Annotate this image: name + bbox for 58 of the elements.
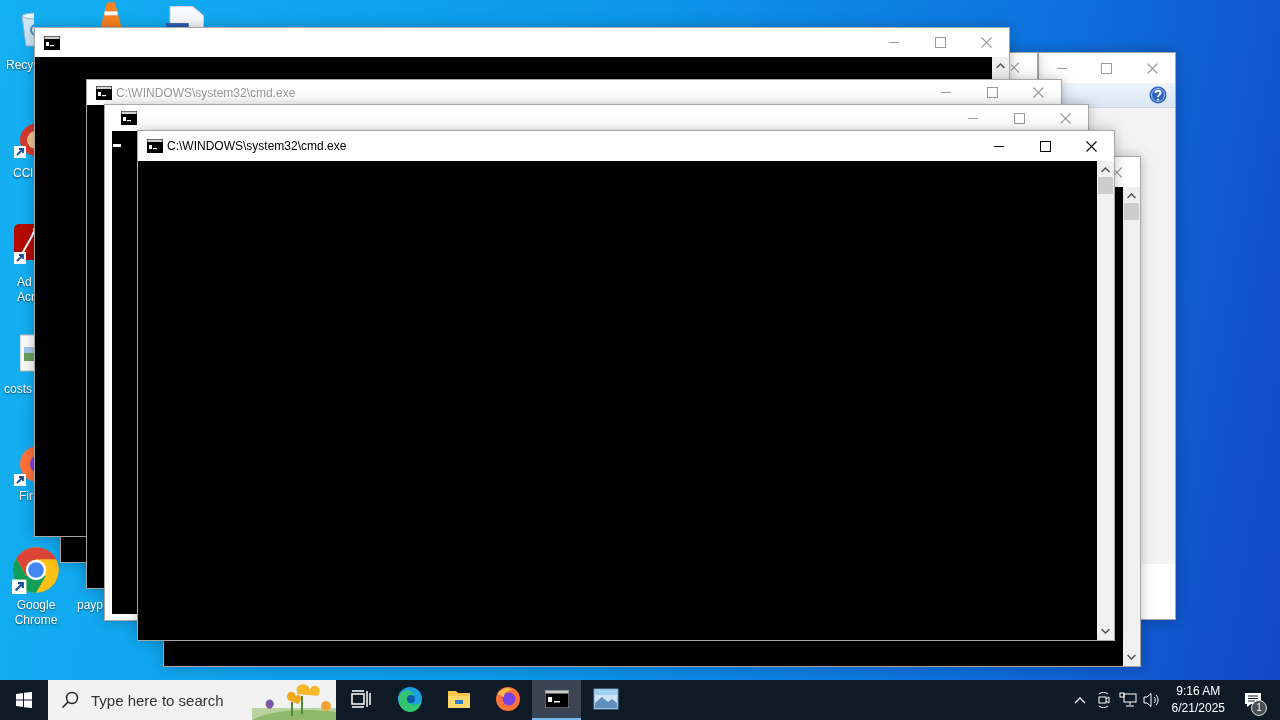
clock[interactable]: 9:16 AM 6/21/2025 bbox=[1163, 683, 1233, 717]
minimize-icon bbox=[968, 117, 978, 119]
scroll-up-icon bbox=[1127, 193, 1136, 199]
network-icon bbox=[1118, 692, 1137, 708]
desktop-icon-label[interactable]: Chrome bbox=[14, 613, 58, 628]
console-icon bbox=[44, 35, 60, 50]
maximize-icon bbox=[1101, 62, 1113, 74]
scrollbar[interactable] bbox=[1123, 187, 1140, 666]
desktop-icon-label[interactable]: payp bbox=[77, 598, 104, 613]
folder-icon bbox=[446, 688, 471, 710]
desktop-icon-label[interactable]: Acr bbox=[17, 290, 35, 305]
scroll-down-icon bbox=[1101, 628, 1110, 634]
maximize-icon bbox=[986, 87, 998, 98]
console-icon bbox=[96, 85, 112, 100]
console-icon bbox=[121, 111, 137, 125]
chrome-icon bbox=[12, 546, 60, 594]
scroll-up-icon bbox=[996, 63, 1005, 69]
minimize-icon bbox=[889, 42, 899, 43]
maximize-icon bbox=[934, 37, 946, 48]
notifications-button[interactable]: 1 bbox=[1233, 680, 1273, 720]
desktop-icon-label[interactable]: Ad bbox=[17, 275, 32, 290]
desktop-icon-label[interactable]: Fir bbox=[19, 489, 33, 504]
edge-icon bbox=[396, 686, 423, 712]
desktop-icon-label[interactable]: Recy bbox=[6, 58, 34, 73]
close-icon[interactable] bbox=[1114, 166, 1122, 178]
close-icon[interactable] bbox=[1011, 62, 1019, 73]
minimize-icon bbox=[941, 92, 951, 93]
scroll-up-icon bbox=[1101, 167, 1110, 173]
scrollbar[interactable] bbox=[1097, 161, 1114, 640]
maximize-icon bbox=[1039, 140, 1051, 152]
window-title: C:\WINDOWS\system32\cmd.exe bbox=[167, 139, 347, 153]
maximize-icon bbox=[1013, 112, 1025, 124]
clock-time: 9:16 AM bbox=[1176, 683, 1221, 700]
desktop-icon-label[interactable]: CCl bbox=[13, 166, 33, 181]
desktop-icon-label[interactable]: costs bbox=[4, 382, 32, 397]
scroll-down-icon bbox=[1127, 654, 1136, 660]
scrollbar[interactable] bbox=[992, 57, 1009, 79]
task-view-icon bbox=[350, 690, 371, 708]
search-icon bbox=[61, 691, 79, 709]
clock-date: 6/21/2025 bbox=[1171, 700, 1225, 717]
camera-icon bbox=[1095, 692, 1112, 708]
chevron-up-icon bbox=[1073, 696, 1086, 704]
help-icon[interactable] bbox=[1149, 86, 1167, 104]
search-field[interactable]: Type here to search bbox=[91, 691, 241, 709]
minimize-icon bbox=[1056, 67, 1067, 69]
minimize-icon bbox=[994, 145, 1004, 147]
scrollbar-thumb[interactable] bbox=[1124, 203, 1139, 220]
window-title: C:\WINDOWS\system32\cmd.exe bbox=[116, 85, 296, 100]
scrollbar-thumb[interactable] bbox=[1098, 177, 1113, 194]
taskbar-app-button[interactable] bbox=[532, 680, 581, 720]
firefox-icon bbox=[494, 686, 521, 712]
photo-viewer-icon bbox=[592, 688, 619, 710]
console-icon bbox=[147, 139, 163, 153]
desktop-icon-label[interactable]: Google bbox=[16, 598, 56, 613]
speaker-icon bbox=[1142, 692, 1161, 708]
windows-logo-icon bbox=[16, 692, 32, 708]
notification-badge: 1 bbox=[1251, 700, 1267, 716]
console-icon bbox=[544, 690, 569, 708]
